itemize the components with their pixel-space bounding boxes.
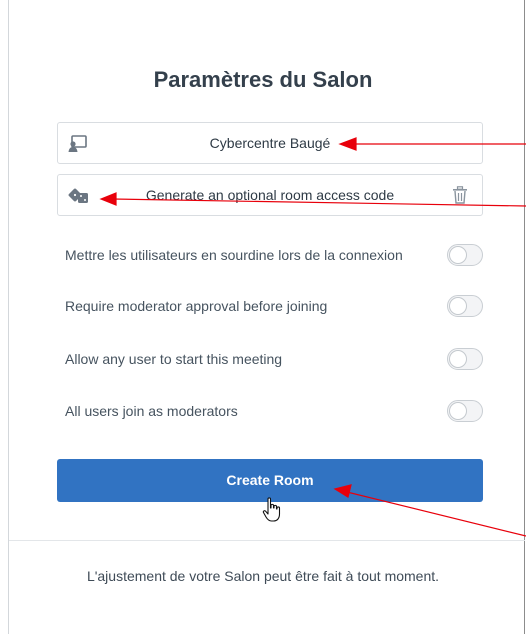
toggle-label: All users join as moderators — [65, 403, 238, 419]
room-name-field[interactable]: Cybercentre Baugé — [57, 122, 483, 164]
moderator-approval-switch[interactable] — [447, 295, 483, 317]
mute-on-join-switch[interactable] — [447, 244, 483, 266]
toggle-row-mute-on-join: Mettre les utilisateurs en sourdine lors… — [65, 243, 485, 269]
access-code-field[interactable]: Generate an optional room access code — [57, 174, 483, 216]
room-name-value: Cybercentre Baugé — [209, 135, 331, 151]
switch-knob — [449, 402, 467, 420]
toggle-label: Require moderator approval before joinin… — [65, 298, 328, 314]
footer-divider — [9, 540, 525, 541]
toggle-row-all-moderators: All users join as moderators — [65, 399, 485, 425]
toggle-row-moderator-approval: Require moderator approval before joinin… — [65, 294, 485, 320]
trash-icon[interactable] — [452, 186, 468, 204]
switch-knob — [449, 350, 467, 368]
hand-cursor-icon — [262, 497, 284, 523]
toggle-label: Allow any user to start this meeting — [65, 351, 283, 367]
access-code-placeholder: Generate an optional room access code — [145, 187, 395, 203]
all-moderators-switch[interactable] — [447, 400, 483, 422]
create-room-button[interactable]: Create Room — [57, 459, 483, 502]
footer-note: L'ajustement de votre Salon peut être fa… — [86, 568, 440, 584]
switch-knob — [449, 297, 467, 315]
modal-title: Paramètres du Salon — [153, 67, 373, 92]
switch-knob — [449, 246, 467, 264]
toggle-row-any-user-start: Allow any user to start this meeting — [65, 347, 485, 373]
toggle-label: Mettre les utilisateurs en sourdine lors… — [65, 247, 403, 263]
any-user-start-switch[interactable] — [447, 348, 483, 370]
